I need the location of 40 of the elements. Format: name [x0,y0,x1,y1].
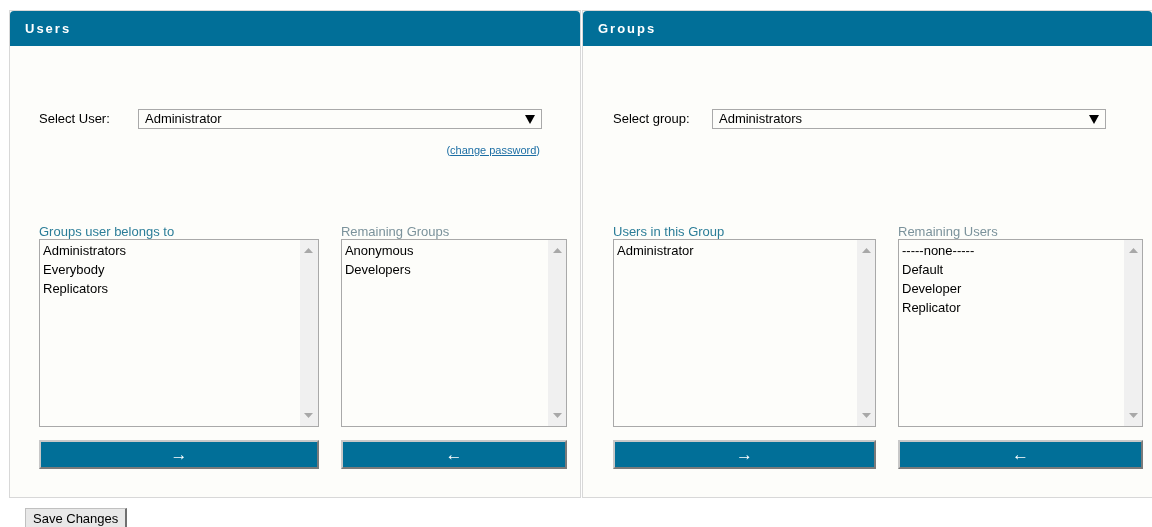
list-label: Remaining Groups [340,224,451,239]
list-item[interactable]: Developers [344,260,548,279]
dropdown-arrow-icon [525,114,535,124]
change-password-link[interactable]: (change password) [446,142,540,159]
scroll-down-icon[interactable] [861,413,871,418]
list-box[interactable]: Administrators Everybody Replicators [39,239,319,427]
list-item[interactable]: Default [902,260,1124,279]
list-box[interactable]: Administrator [613,239,876,427]
scroll-up-icon[interactable] [552,248,562,253]
list-label: Remaining Users [898,224,999,239]
scroll-up-icon[interactable] [304,248,314,253]
dropdown-arrow-icon [1089,114,1099,124]
list-item[interactable]: -----none----- [902,241,1124,260]
move-button[interactable]: ← [898,440,1143,469]
move-button[interactable]: → [613,440,876,469]
save-button[interactable]: Save Changes [25,508,128,527]
list-item[interactable]: Anonymous [344,241,548,260]
select-dropdown[interactable]: Administrator [138,109,542,129]
scroll-up-icon[interactable] [861,248,871,253]
list-item[interactable]: Administrators [43,241,300,260]
list-item[interactable]: Developer [902,279,1124,298]
list-label: Groups user belongs to [39,224,176,239]
panel-title: Groups [598,19,657,38]
list-item[interactable]: Replicator [902,298,1124,317]
list-label: Users in this Group [613,224,726,239]
list-box[interactable]: Anonymous Developers [340,239,567,427]
list-item[interactable]: Everybody [43,260,300,279]
panel-title: Users [25,19,72,38]
select-dropdown[interactable]: Administrators [712,109,1106,129]
scroll-down-icon[interactable] [552,413,562,418]
scroll-down-icon[interactable] [304,413,314,418]
select-label: Select group: [613,110,691,129]
move-button[interactable]: ← [340,440,567,469]
list-box[interactable]: -----none----- Default Developer Replicator [898,239,1143,427]
scroll-down-icon[interactable] [1128,413,1138,418]
scroll-up-icon[interactable] [1128,248,1138,253]
list-item[interactable]: Administrator [617,241,857,260]
select-label: Select User: [39,110,111,129]
list-item[interactable]: Replicators [43,279,300,298]
move-button[interactable]: → [39,440,319,469]
